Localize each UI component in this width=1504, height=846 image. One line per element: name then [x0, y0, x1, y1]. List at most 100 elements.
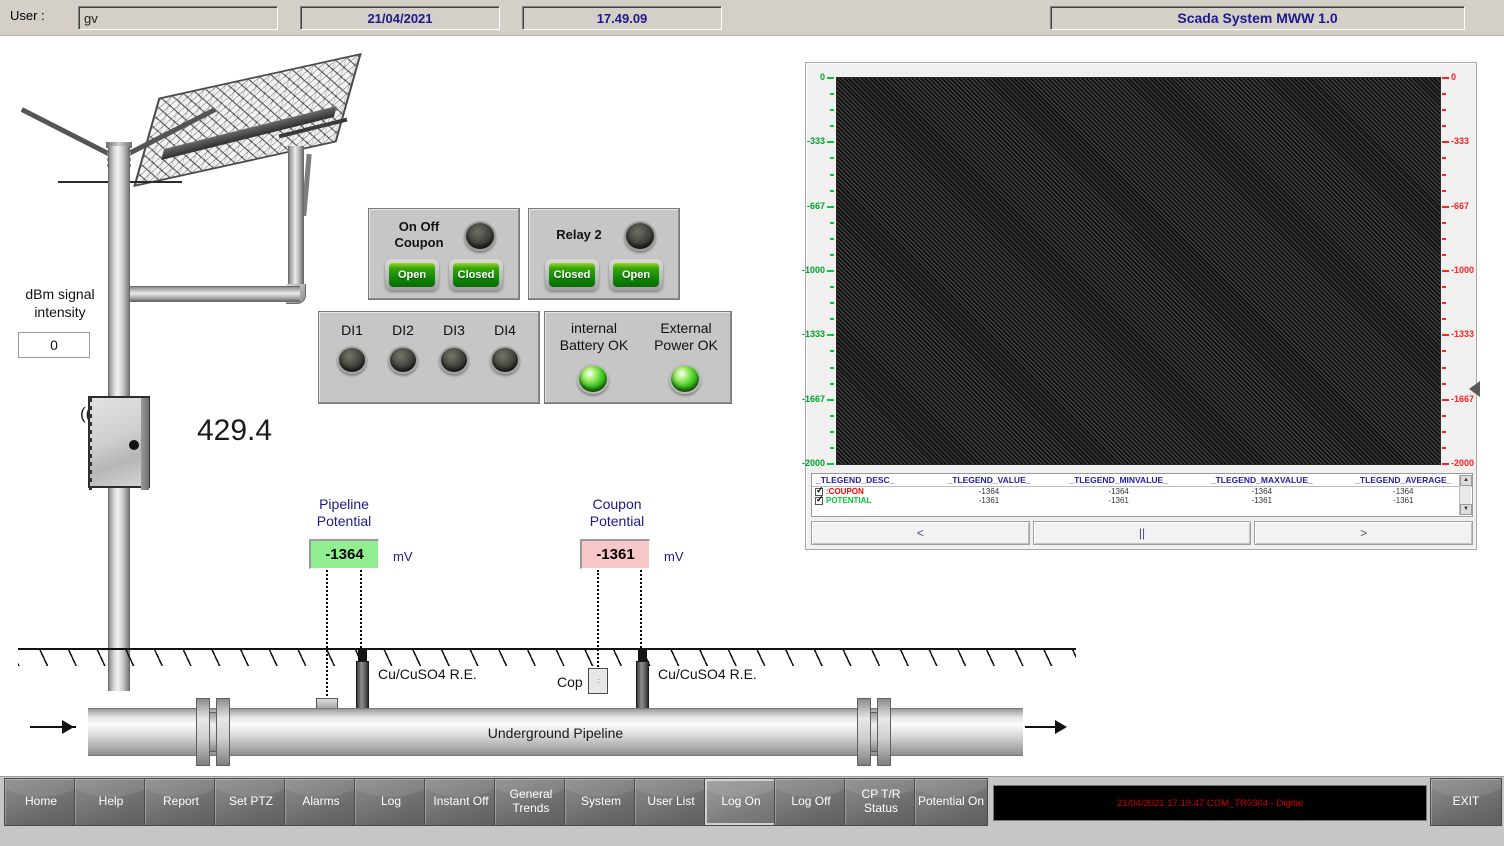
- chart-left-tick-label: 0: [819, 72, 825, 82]
- chart-left-minor-tick: [830, 254, 834, 256]
- chart-right-minor-tick: [1442, 238, 1446, 240]
- chart-left-tick-label: -1000: [801, 265, 825, 275]
- legend-header-cell: _TLEGEND_MINVALUE_: [1048, 474, 1190, 487]
- rtu-enclosure: [88, 396, 150, 490]
- legend-value-cell: -1364: [978, 487, 1000, 496]
- toolbar-button-log-off[interactable]: Log Off: [774, 778, 848, 826]
- user-field[interactable]: gv: [78, 6, 278, 30]
- trend-prev-button[interactable]: <: [811, 521, 1030, 545]
- toolbar-button-label: Set PTZ: [228, 794, 273, 809]
- chart-left-minor-tick: [830, 174, 834, 176]
- legend-header-cell: _TLEGEND_VALUE_: [929, 474, 1049, 487]
- toolbar-button-alarms[interactable]: Alarms: [284, 778, 358, 826]
- alarm-ticker-text: 21/04/2021 17.19.47 COM_TR0304 - Digital: [1117, 797, 1303, 809]
- chart-right-minor-tick: [1442, 174, 1446, 176]
- toolbar-button-system[interactable]: System: [564, 778, 638, 826]
- legend-row[interactable]: :COUPON -1364 -1364 -1364 -1364: [812, 485, 1472, 496]
- di2-label: DI2: [392, 322, 414, 338]
- toolbar-button-instant-off[interactable]: Instant Off: [424, 778, 498, 826]
- trend-next-button[interactable]: >: [1254, 521, 1474, 545]
- toolbar-button-log[interactable]: Log: [354, 778, 428, 826]
- chart-right-minor-tick: [1442, 350, 1446, 352]
- toolbar-button-report[interactable]: Report: [144, 778, 218, 826]
- chart-cursor-marker[interactable]: [1469, 381, 1480, 397]
- power-status-panel: internal Battery OK External Power OK: [544, 311, 732, 404]
- chart-right-tick: [1442, 206, 1449, 208]
- flow-arrow-right-head: [1055, 720, 1067, 734]
- di1-label: DI1: [341, 322, 363, 338]
- toolbar-button-home[interactable]: Home: [4, 778, 78, 826]
- toolbar-button-user-list[interactable]: User List: [634, 778, 708, 826]
- flow-arrow-left-head: [62, 720, 74, 734]
- chart-left-minor-tick: [830, 286, 834, 288]
- toolbar-button-label: CP T/R Status: [861, 787, 901, 815]
- relay-2-closed-label: Closed: [549, 263, 595, 287]
- chart-plot-area[interactable]: [836, 77, 1441, 465]
- toolbar-button-cp-t-r-status[interactable]: CP T/R Status: [844, 778, 918, 826]
- lead-re-left: [360, 570, 362, 652]
- chart-right-minor-tick: [1442, 157, 1446, 159]
- coupon-potential-value: -1361: [580, 539, 650, 569]
- chart-right-minor-tick: [1442, 383, 1446, 385]
- chart-left-tick: [827, 206, 834, 208]
- chart-right-tick: [1442, 77, 1449, 79]
- chart-left-tick: [827, 399, 834, 401]
- relay-2-open-button[interactable]: Open: [609, 259, 663, 291]
- legend-scroll-down-icon[interactable]: ▼: [1460, 504, 1472, 515]
- chart-left-minor-tick: [830, 238, 834, 240]
- legend-row[interactable]: POTENTIAL -1361 -1361 -1361 -1361: [812, 494, 1472, 505]
- dbm-signal-label: dBm signal intensity: [25, 286, 95, 320]
- re-left-body: [356, 661, 369, 709]
- legend-checkbox[interactable]: [815, 494, 824, 505]
- legend-series-name[interactable]: :COUPON: [812, 485, 930, 496]
- di3-lamp: [439, 346, 469, 374]
- toolbar-button-general-trends[interactable]: General Trends: [494, 778, 568, 826]
- toolbar-button-label: Report: [162, 794, 200, 809]
- relay-2-closed-button[interactable]: Closed: [545, 259, 599, 291]
- toolbar-button-exit[interactable]: EXIT: [1430, 778, 1502, 826]
- chart-left-minor-tick: [830, 222, 834, 224]
- chart-right-tick: [1442, 399, 1449, 401]
- legend-scrollbar[interactable]: ▲ ▼: [1459, 475, 1472, 515]
- chart-left-minor-tick: [830, 447, 834, 449]
- toolbar-button-label: Log: [380, 794, 402, 809]
- relay-panel-coupon-lamp: [464, 221, 496, 251]
- toolbar-button-help[interactable]: Help: [74, 778, 148, 826]
- toolbar-button-set-ptz[interactable]: Set PTZ: [214, 778, 288, 826]
- relay-coupon-closed-label: Closed: [453, 263, 499, 287]
- chart-right-minor-tick: [1442, 431, 1446, 433]
- re-left-label: Cu/CuSO4 R.E.: [378, 666, 477, 682]
- relay-coupon-open-button[interactable]: Open: [385, 259, 439, 291]
- chart-right-axis: 0 -333 -667 -1000 -1333 -1667 -2000: [1442, 72, 1474, 468]
- chart-left-minor-tick: [830, 431, 834, 433]
- toolbar-button-label: Alarms: [302, 794, 340, 809]
- enclosure-side: [141, 398, 149, 490]
- chart-left-minor-tick: [830, 93, 834, 95]
- chart-right-minor-tick: [1442, 286, 1446, 288]
- di4-lamp: [490, 346, 520, 374]
- chart-right-minor-tick: [1442, 318, 1446, 320]
- legend-scroll-up-icon[interactable]: ▲: [1460, 475, 1472, 486]
- chart-right-tick: [1442, 270, 1449, 272]
- relay-panel-2-title: Relay 2: [556, 227, 602, 242]
- chart-left-tick: [827, 334, 834, 336]
- chart-left-tick: [827, 141, 834, 143]
- relay-coupon-closed-button[interactable]: Closed: [449, 259, 503, 291]
- solar-panel-icon: [133, 52, 362, 188]
- trend-pause-button[interactable]: ||: [1032, 521, 1252, 545]
- toolbar-button-potential-on[interactable]: Potential On: [914, 778, 988, 826]
- toolbar-button-label: User List: [647, 794, 695, 809]
- chart-left-tick-label: -1333: [801, 329, 825, 339]
- flange-left-a: [196, 698, 210, 766]
- chart-left-minor-tick: [830, 302, 834, 304]
- chart-left-minor-tick: [830, 190, 834, 192]
- chart-left-minor-tick: [830, 383, 834, 385]
- chart-right-minor-tick: [1442, 302, 1446, 304]
- trend-window: 0 -333 -667 -1000 -1333 -1667 -2000 0 -333 -667 -…: [801, 62, 1480, 550]
- chart-right-minor-tick: [1442, 222, 1446, 224]
- coupon-label: Cop: [557, 674, 583, 690]
- lead-re-right: [640, 570, 642, 652]
- legend-series-name[interactable]: POTENTIAL: [812, 494, 930, 505]
- chart-right-minor-tick: [1442, 367, 1446, 369]
- toolbar-button-log-on[interactable]: Log On: [704, 778, 778, 826]
